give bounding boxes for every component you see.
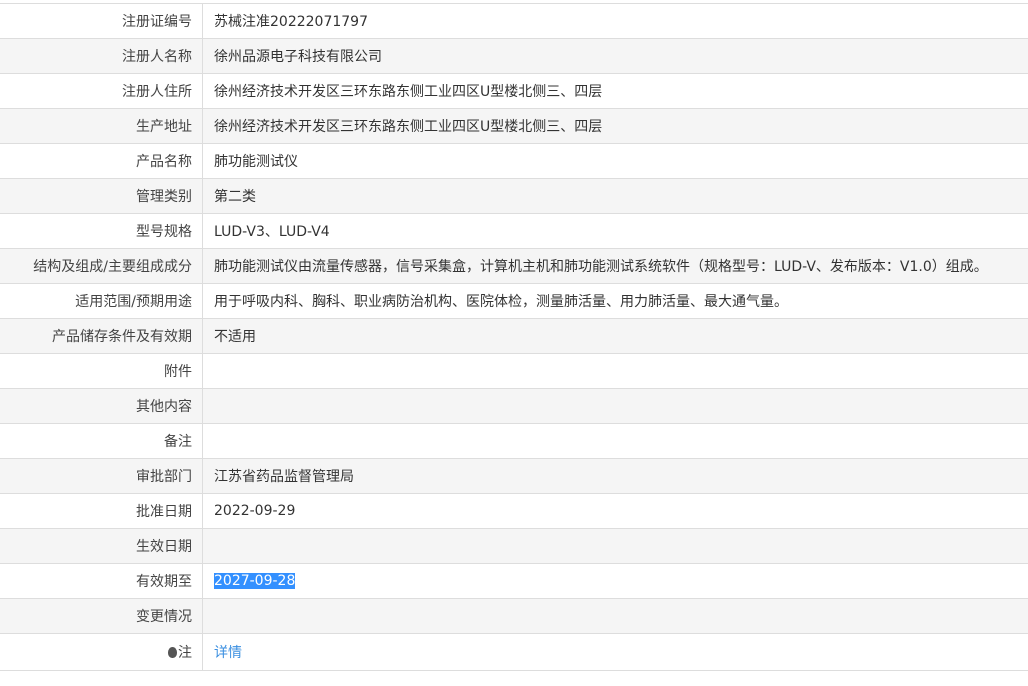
note-label-cell: 注 bbox=[0, 634, 203, 671]
row-value-text: 苏械注准20222071797 bbox=[214, 14, 368, 30]
row-value: 第二类 bbox=[203, 179, 1028, 214]
row-value-text: 徐州品源电子科技有限公司 bbox=[214, 49, 382, 65]
table-row: 备注 bbox=[0, 424, 1028, 459]
table-row: 产品名称肺功能测试仪 bbox=[0, 144, 1028, 179]
row-value: 徐州品源电子科技有限公司 bbox=[203, 39, 1028, 74]
row-value-text: 肺功能测试仪 bbox=[214, 154, 298, 170]
row-label: 管理类别 bbox=[0, 179, 203, 214]
row-label: 注册人名称 bbox=[0, 39, 203, 74]
row-value bbox=[203, 529, 1028, 564]
row-value-text: 第二类 bbox=[214, 189, 256, 205]
row-value: 徐州经济技术开发区三环东路东侧工业四区U型楼北侧三、四层 bbox=[203, 74, 1028, 109]
row-label: 审批部门 bbox=[0, 459, 203, 494]
row-label: 批准日期 bbox=[0, 494, 203, 529]
table-row: 审批部门江苏省药品监督管理局 bbox=[0, 459, 1028, 494]
table-row: 批准日期 2022-09-29 bbox=[0, 494, 1028, 529]
details-link[interactable]: 详情 bbox=[214, 645, 242, 661]
row-value: 肺功能测试仪 bbox=[203, 144, 1028, 179]
row-value-text: 肺功能测试仪由流量传感器，信号采集盒，计算机主机和肺功能测试系统软件（规格型号：… bbox=[214, 259, 988, 275]
row-value: 徐州经济技术开发区三环东路东侧工业四区U型楼北侧三、四层 bbox=[203, 109, 1028, 144]
row-label: 其他内容 bbox=[0, 389, 203, 424]
table-row: 结构及组成/主要组成成分肺功能测试仪由流量传感器，信号采集盒，计算机主机和肺功能… bbox=[0, 249, 1028, 284]
table-row: 注册证编号苏械注准20222071797 bbox=[0, 4, 1028, 39]
row-value: LUD-V3、LUD-V4 bbox=[203, 214, 1028, 249]
row-value-text: 徐州经济技术开发区三环东路东侧工业四区U型楼北侧三、四层 bbox=[214, 84, 602, 100]
row-value-text: 徐州经济技术开发区三环东路东侧工业四区U型楼北侧三、四层 bbox=[214, 119, 602, 135]
row-value: 江苏省药品监督管理局 bbox=[203, 459, 1028, 494]
row-value bbox=[203, 389, 1028, 424]
row-value-text: LUD-V3、LUD-V4 bbox=[214, 224, 330, 240]
row-value: 苏械注准20222071797 bbox=[203, 4, 1028, 39]
row-value bbox=[203, 424, 1028, 459]
note-label: 注 bbox=[178, 645, 192, 661]
row-value bbox=[203, 354, 1028, 389]
row-value: 2027-09-28 bbox=[203, 564, 1028, 599]
table-row: 变更情况 bbox=[0, 599, 1028, 634]
table-row: 附件 bbox=[0, 354, 1028, 389]
table-row: 生效日期 bbox=[0, 529, 1028, 564]
row-value-text: 2027-09-28 bbox=[214, 573, 295, 589]
table-row: 注册人名称徐州品源电子科技有限公司 bbox=[0, 39, 1028, 74]
row-label: 有效期至 bbox=[0, 564, 203, 599]
row-label: 产品储存条件及有效期 bbox=[0, 319, 203, 354]
row-label: 结构及组成/主要组成成分 bbox=[0, 249, 203, 284]
row-label: 型号规格 bbox=[0, 214, 203, 249]
lightbulb-icon bbox=[168, 647, 177, 658]
registration-details-table: 注册证编号苏械注准20222071797注册人名称徐州品源电子科技有限公司注册人… bbox=[0, 3, 1028, 671]
row-value: 肺功能测试仪由流量传感器，信号采集盒，计算机主机和肺功能测试系统软件（规格型号：… bbox=[203, 249, 1028, 284]
table-row: 生产地址徐州经济技术开发区三环东路东侧工业四区U型楼北侧三、四层 bbox=[0, 109, 1028, 144]
table-row: 适用范围/预期用途用于呼吸内科、胸科、职业病防治机构、医院体检，测量肺活量、用力… bbox=[0, 284, 1028, 319]
row-value bbox=[203, 599, 1028, 634]
row-value-text: 江苏省药品监督管理局 bbox=[214, 469, 354, 485]
table-row: 其他内容 bbox=[0, 389, 1028, 424]
row-value-text: 用于呼吸内科、胸科、职业病防治机构、医院体检，测量肺活量、用力肺活量、最大通气量… bbox=[214, 294, 788, 310]
table-row: 有效期至 2027-09-28 bbox=[0, 564, 1028, 599]
table-row: 型号规格 LUD-V3、LUD-V4 bbox=[0, 214, 1028, 249]
row-label: 注册证编号 bbox=[0, 4, 203, 39]
row-value: 2022-09-29 bbox=[203, 494, 1028, 529]
row-label: 生产地址 bbox=[0, 109, 203, 144]
row-value-text: 不适用 bbox=[214, 329, 256, 345]
row-label: 适用范围/预期用途 bbox=[0, 284, 203, 319]
row-label: 生效日期 bbox=[0, 529, 203, 564]
row-label: 产品名称 bbox=[0, 144, 203, 179]
table-row-note: 注 详情 bbox=[0, 634, 1028, 671]
table-row: 注册人住所徐州经济技术开发区三环东路东侧工业四区U型楼北侧三、四层 bbox=[0, 74, 1028, 109]
row-value: 不适用 bbox=[203, 319, 1028, 354]
row-label: 备注 bbox=[0, 424, 203, 459]
row-label: 附件 bbox=[0, 354, 203, 389]
row-label: 注册人住所 bbox=[0, 74, 203, 109]
table-row: 产品储存条件及有效期不适用 bbox=[0, 319, 1028, 354]
row-value-text: 2022-09-29 bbox=[214, 503, 295, 519]
row-value: 用于呼吸内科、胸科、职业病防治机构、医院体检，测量肺活量、用力肺活量、最大通气量… bbox=[203, 284, 1028, 319]
table-row: 管理类别第二类 bbox=[0, 179, 1028, 214]
row-label: 变更情况 bbox=[0, 599, 203, 634]
